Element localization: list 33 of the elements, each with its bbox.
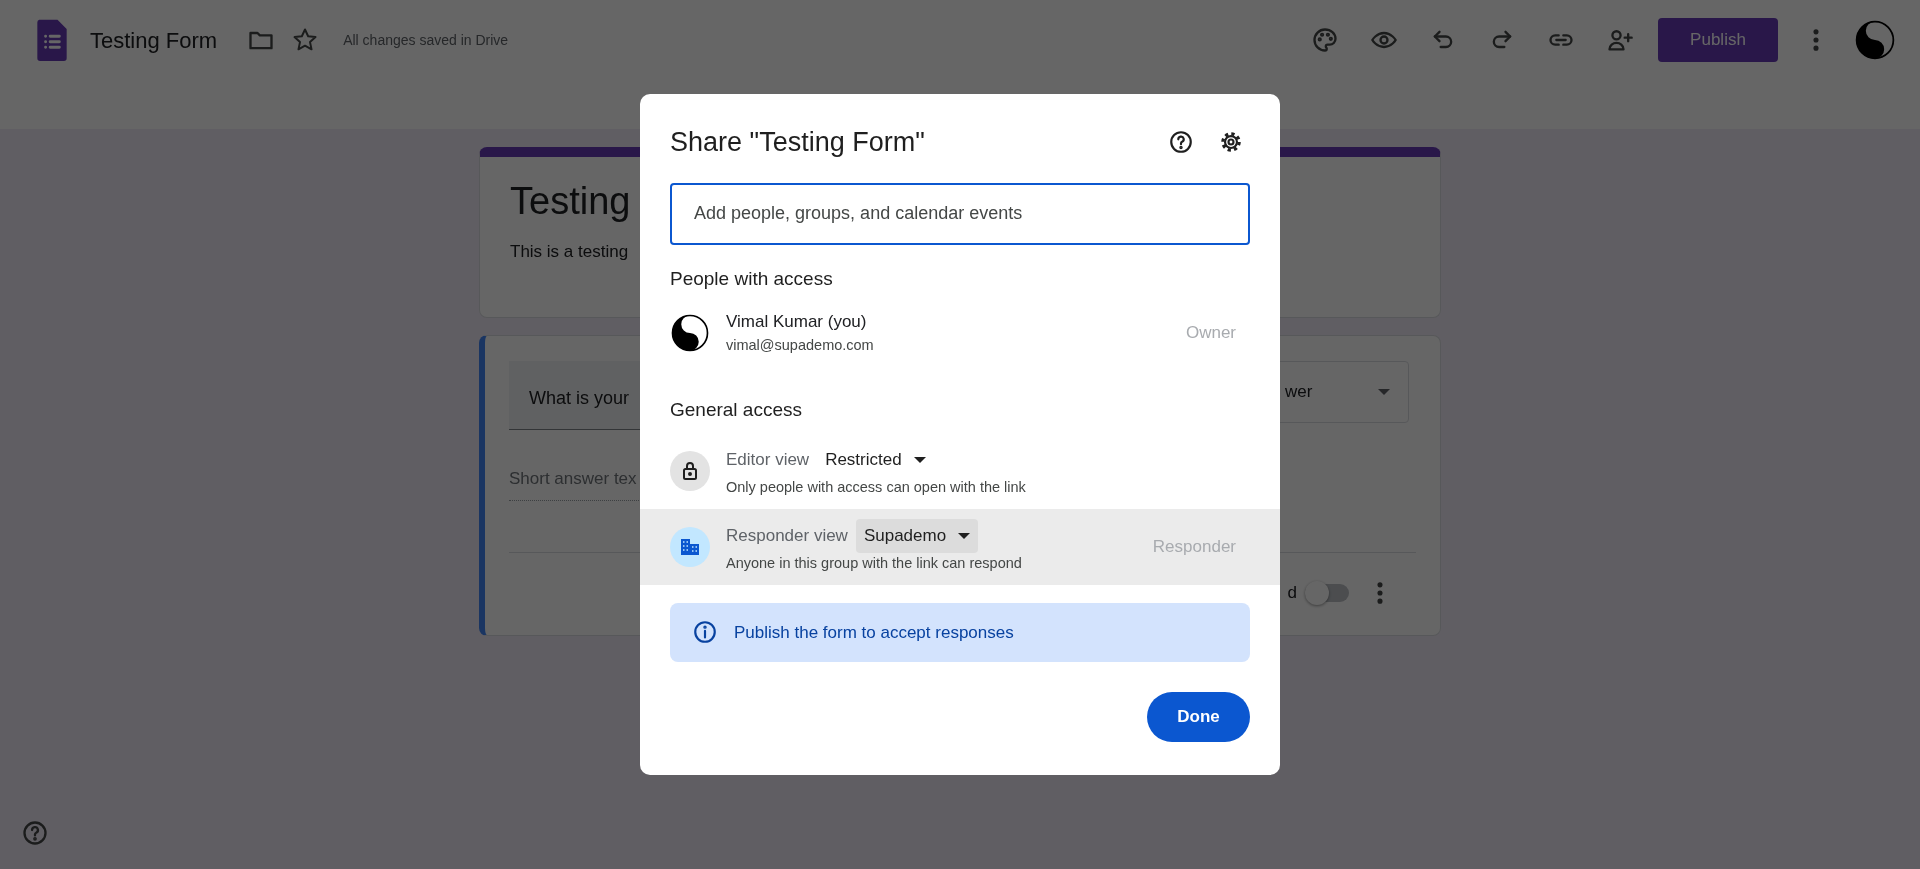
save-status: All changes saved in Drive [343,30,509,50]
info-icon [692,619,718,646]
person-email: vimal@supademo.com [726,335,875,355]
dialog-title: Share "Testing Form" [670,126,926,159]
required-toggle[interactable] [1305,584,1349,602]
section-heading: General access [670,399,802,421]
help-icon[interactable] [1168,129,1194,156]
access-dropdown[interactable]: Restricted [817,443,934,477]
access-label: Responder view [726,525,848,548]
question-type-text: wer [1285,381,1313,404]
form-description: This is a testing [510,240,629,263]
palette-icon[interactable] [1311,26,1339,54]
access-dropdown[interactable]: Supademo [855,519,979,553]
building-icon [670,526,710,567]
access-description: Only people with access can open with the link [726,477,1027,497]
avatar-icon[interactable] [1854,19,1896,61]
access-description: Anyone in this group with the link can respond [726,553,1023,573]
avatar-icon [670,312,710,353]
info-text: Publish the form to accept responses [734,621,1014,644]
form-title-text: Testing [510,179,631,224]
required-label: d [1287,582,1297,605]
form-title: Testing Form [90,26,218,55]
access-role: Responder [1152,536,1236,558]
section-heading: People with access [670,267,833,289]
add-people-field[interactable]: Add people, groups, and calendar events [670,182,1250,245]
caret-icon [1378,389,1390,395]
access-label: Editor view [726,449,810,472]
caret-icon [958,532,971,539]
person-name: Vimal Kumar (you) [726,311,868,333]
done-button[interactable]: Done [1147,691,1250,742]
lock-icon [670,450,710,491]
person-role: Owner [1185,321,1236,344]
caret-icon [913,456,926,463]
